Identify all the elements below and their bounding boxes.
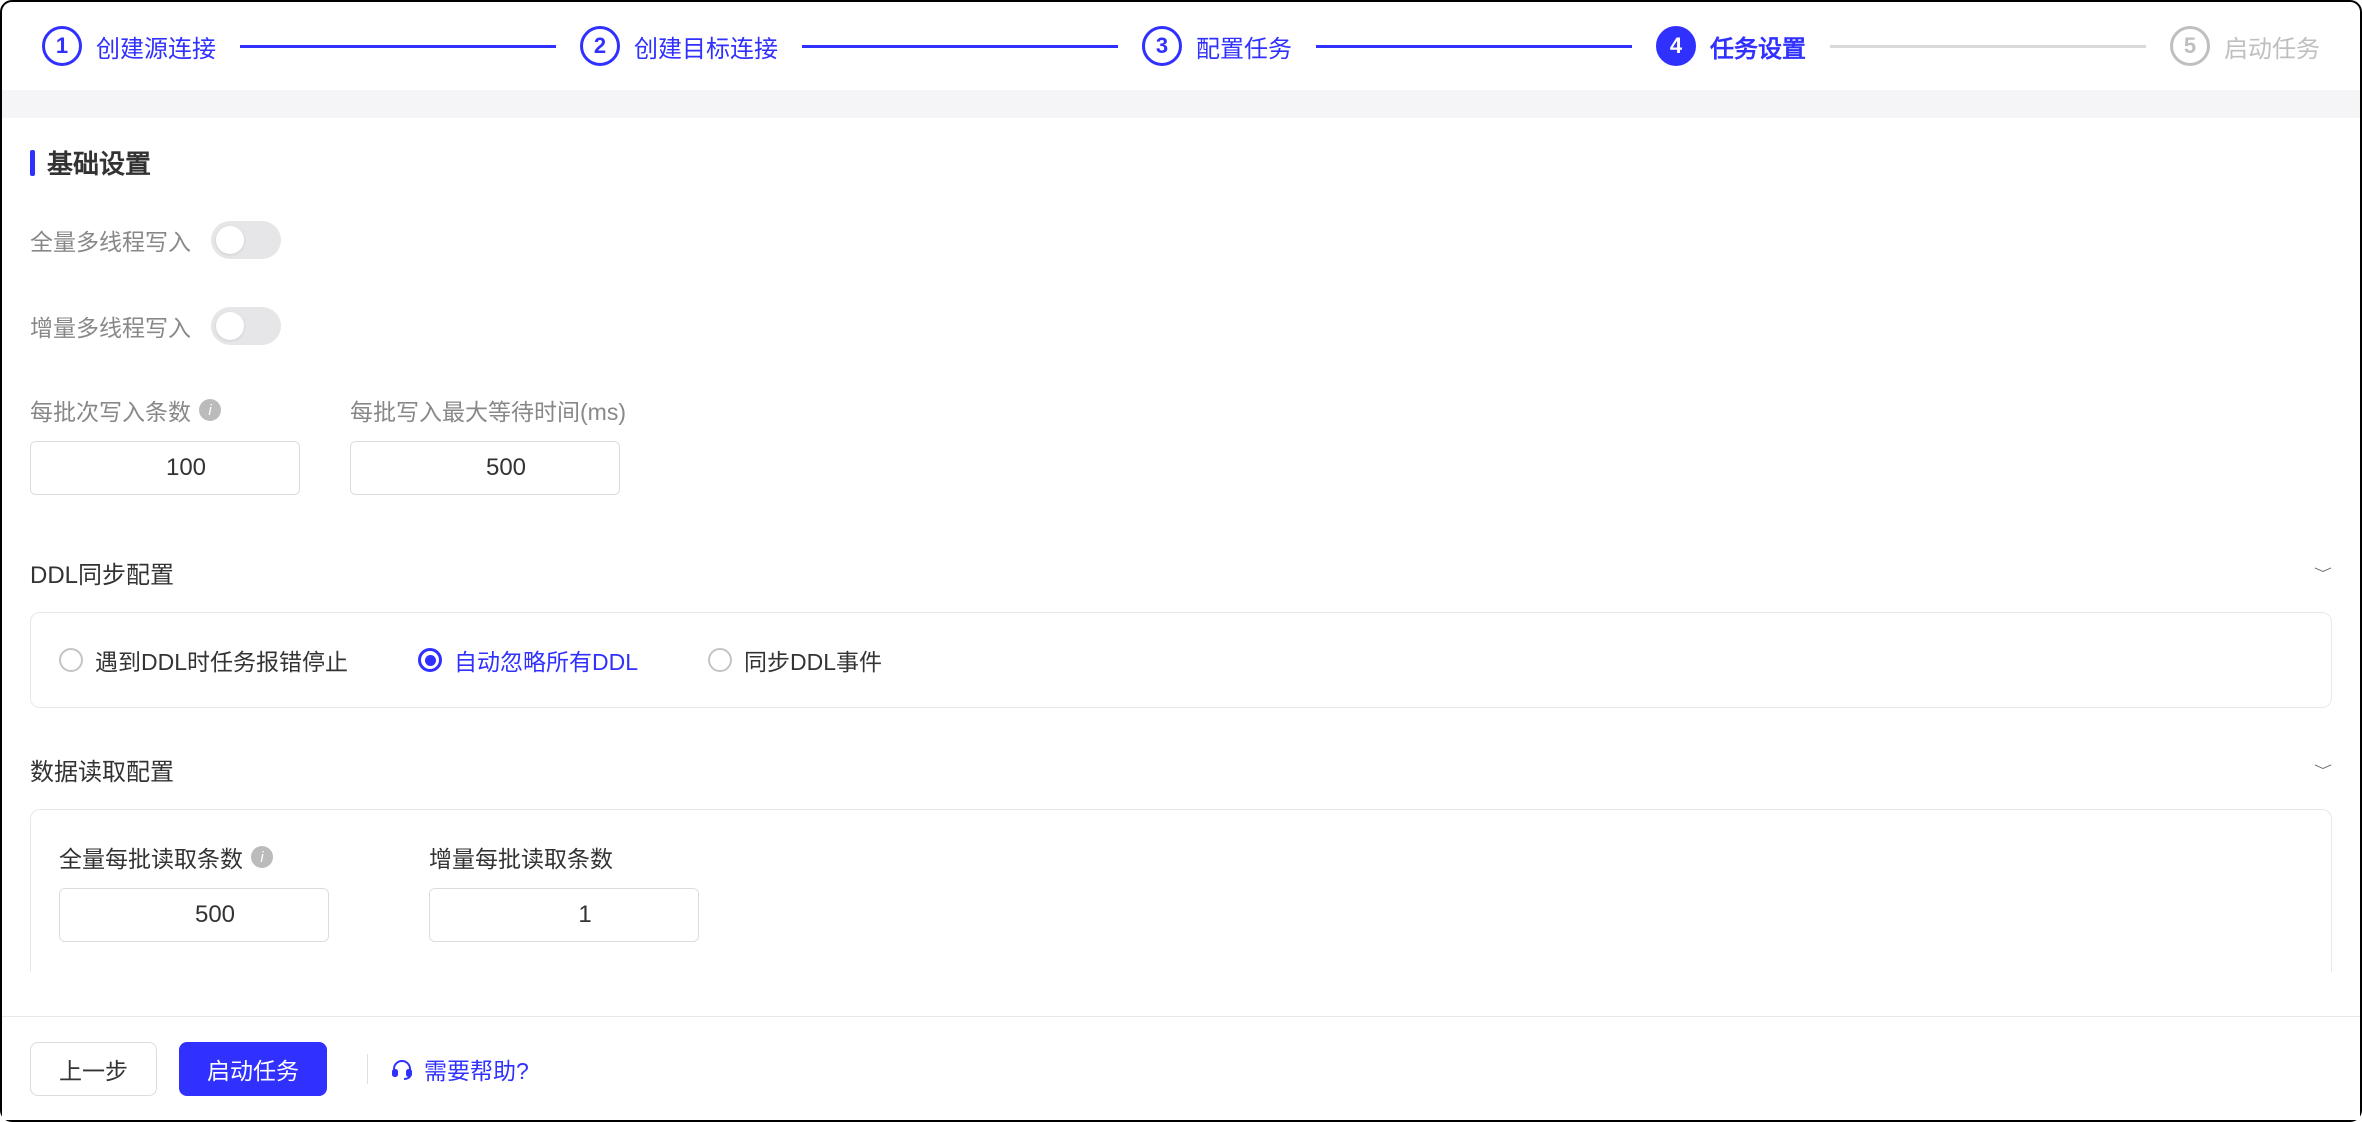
step-4[interactable]: 4 任务设置: [1656, 26, 1806, 66]
chevron-down-icon: ﹀: [2314, 563, 2332, 581]
data-read-collapse-header[interactable]: 数据读取配置 ﹀: [30, 752, 2332, 787]
incr-read-group: 增量每批读取条数 ︿ ﹀: [429, 840, 699, 942]
incr-read-label: 增量每批读取条数: [429, 840, 613, 874]
help-label: 需要帮助?: [424, 1052, 529, 1086]
spacer: [2, 90, 2360, 118]
step-line-3: [1316, 45, 1632, 48]
radio-icon: [418, 648, 442, 672]
batch-count-input: ︿ ﹀: [30, 441, 300, 495]
step-line-4: [1830, 45, 2146, 48]
incr-multithread-row: 增量多线程写入: [30, 307, 2332, 345]
info-icon[interactable]: i: [251, 846, 273, 868]
batch-wait-field[interactable]: [351, 442, 620, 494]
data-read-panel: 全量每批读取条数 i ︿ ﹀ 增量每批读取条数: [30, 809, 2332, 972]
ddl-sync-label: 同步DDL事件: [744, 643, 882, 677]
help-link[interactable]: 需要帮助?: [390, 1052, 529, 1086]
batch-wait-input: ︿ ﹀: [350, 441, 620, 495]
ddl-panel: 遇到DDL时任务报错停止 自动忽略所有DDL 同步DDL事件: [30, 612, 2332, 708]
step-1-label: 创建源连接: [96, 29, 216, 64]
step-2-label: 创建目标连接: [634, 29, 778, 64]
step-5-number: 5: [2170, 26, 2210, 66]
full-multithread-toggle[interactable]: [211, 221, 281, 259]
data-read-section-title: 数据读取配置: [30, 752, 174, 787]
full-read-group: 全量每批读取条数 i ︿ ﹀: [59, 840, 329, 942]
headset-icon: [390, 1057, 414, 1081]
incr-read-input: ︿ ﹀: [429, 888, 699, 942]
batch-inputs-row: 每批次写入条数 i ︿ ﹀ 每批写入最大等待时间(ms) ︿ ﹀: [30, 393, 2332, 495]
content-area: 基础设置 全量多线程写入 增量多线程写入 每批次写入条数 i ︿ ﹀: [2, 118, 2360, 996]
basic-settings-title: 基础设置: [30, 144, 2332, 181]
start-task-button[interactable]: 启动任务: [179, 1042, 327, 1096]
prev-button[interactable]: 上一步: [30, 1042, 157, 1096]
radio-icon: [708, 648, 732, 672]
step-3-label: 配置任务: [1196, 29, 1292, 64]
step-wizard: 1 创建源连接 2 创建目标连接 3 配置任务 4 任务设置 5 启动任务: [2, 2, 2360, 90]
batch-count-label: 每批次写入条数: [30, 393, 191, 427]
info-icon[interactable]: i: [199, 399, 221, 421]
divider: [367, 1054, 368, 1084]
toggle-knob-icon: [216, 312, 244, 340]
chevron-down-icon: ﹀: [2314, 760, 2332, 778]
incr-multithread-label: 增量多线程写入: [30, 309, 191, 343]
ddl-halt-label: 遇到DDL时任务报错停止: [95, 643, 348, 677]
batch-count-field[interactable]: [31, 442, 300, 494]
ddl-option-sync[interactable]: 同步DDL事件: [708, 643, 882, 677]
full-multithread-row: 全量多线程写入: [30, 221, 2332, 259]
step-line-1: [240, 45, 556, 48]
ddl-ignore-label: 自动忽略所有DDL: [454, 643, 638, 677]
batch-count-group: 每批次写入条数 i ︿ ﹀: [30, 393, 300, 495]
step-1-number: 1: [42, 26, 82, 66]
full-read-label: 全量每批读取条数: [59, 840, 243, 874]
step-2-number: 2: [580, 26, 620, 66]
ddl-option-halt[interactable]: 遇到DDL时任务报错停止: [59, 643, 348, 677]
step-3-number: 3: [1142, 26, 1182, 66]
full-multithread-label: 全量多线程写入: [30, 223, 191, 257]
step-3[interactable]: 3 配置任务: [1142, 26, 1292, 66]
toggle-knob-icon: [216, 226, 244, 254]
step-line-2: [802, 45, 1118, 48]
full-read-field[interactable]: [60, 889, 329, 941]
incr-multithread-toggle[interactable]: [211, 307, 281, 345]
batch-wait-group: 每批写入最大等待时间(ms) ︿ ﹀: [350, 393, 626, 495]
incr-read-field[interactable]: [430, 889, 699, 941]
step-4-label: 任务设置: [1710, 29, 1806, 64]
ddl-option-ignore[interactable]: 自动忽略所有DDL: [418, 643, 638, 677]
step-2[interactable]: 2 创建目标连接: [580, 26, 778, 66]
step-5: 5 启动任务: [2170, 26, 2320, 66]
footer-bar: 上一步 启动任务 需要帮助?: [2, 1016, 2360, 1120]
full-read-input: ︿ ﹀: [59, 888, 329, 942]
step-5-label: 启动任务: [2224, 29, 2320, 64]
ddl-radio-group: 遇到DDL时任务报错停止 自动忽略所有DDL 同步DDL事件: [59, 643, 2303, 677]
ddl-section-title: DDL同步配置: [30, 555, 174, 590]
ddl-collapse-header[interactable]: DDL同步配置 ﹀: [30, 555, 2332, 590]
batch-wait-label: 每批写入最大等待时间(ms): [350, 393, 626, 427]
radio-icon: [59, 648, 83, 672]
step-1[interactable]: 1 创建源连接: [42, 26, 216, 66]
step-4-number: 4: [1656, 26, 1696, 66]
